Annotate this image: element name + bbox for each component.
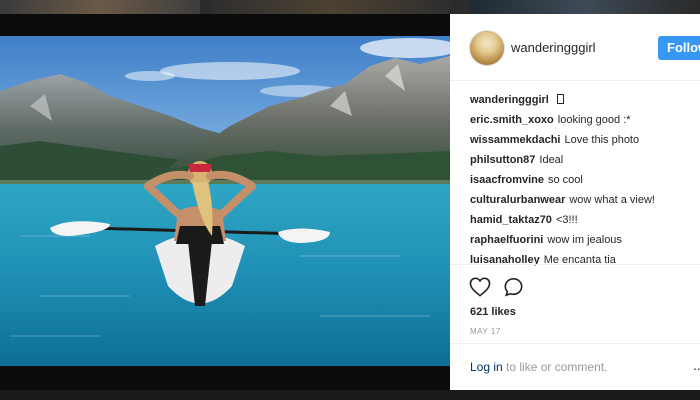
caption-username[interactable]: wanderingggirl [470,94,549,106]
comment-text: wow im jealous [547,234,622,246]
background-thumbnail [470,0,700,14]
footer-divider [450,343,700,344]
comment-text: looking good :* [557,114,631,126]
post-details-panel: wanderingggirl Follow wanderingggirl eri… [450,14,700,390]
more-options-icon[interactable]: ... [693,357,700,373]
background-feed-strip [0,0,700,14]
caption: wanderingggirl [470,90,698,110]
comment-item: philsutton87 Ideal [470,150,698,170]
emoji-icon [556,94,564,104]
heart-icon[interactable] [469,277,491,302]
background-thumbnail [210,0,450,14]
comment-username[interactable]: wissammekdachi [470,134,561,146]
comment-username[interactable]: philsutton87 [470,154,535,166]
comment-text: Love this photo [564,134,640,146]
photo-letterbox-bottom [0,366,450,390]
post-header: wanderingggirl Follow [450,14,700,81]
comment-item: isaacfromvine so cool [470,170,698,190]
login-prompt-text: to like or comment. [502,360,608,374]
post-photo[interactable] [0,36,450,366]
comment-item: luisanaholley Me encanta tia [470,250,698,270]
comment-item: raphaelfuorini wow im jealous [470,230,698,250]
comments-list: wanderingggirl eric.smith_xoxo looking go… [470,90,698,270]
comment-username[interactable]: eric.smith_xoxo [470,114,554,126]
follow-button[interactable]: Follow [658,36,700,60]
comment-username[interactable]: hamid_taktaz70 [470,214,552,226]
author-username[interactable]: wanderingggirl [511,40,596,55]
comment-bubble-icon[interactable] [503,277,524,302]
actions-divider [450,264,700,265]
login-link[interactable]: Log in [470,360,503,374]
comment-item: hamid_taktaz70 <3!!! [470,210,698,230]
comment-text: so cool [547,174,583,186]
login-prompt: Log in to like or comment. [470,360,607,374]
post-date: MAY 17 [470,327,501,336]
photo-letterbox-top [0,14,450,36]
comment-username[interactable]: raphaelfuorini [470,234,543,246]
comment-text: <3!!! [555,214,578,226]
author-avatar[interactable] [469,30,505,66]
comment-item: culturalurbanwear wow what a view! [470,190,698,210]
comment-item: wissammekdachi Love this photo [470,130,698,150]
comment-text: Ideal [539,154,564,166]
comment-item: eric.smith_xoxo looking good :* [470,110,698,130]
likes-count[interactable]: 621 likes [470,306,516,318]
background-thumbnail [0,0,200,14]
comment-username[interactable]: isaacfromvine [470,174,544,186]
comment-username[interactable]: culturalurbanwear [470,194,565,206]
comment-text: wow what a view! [569,194,655,206]
background-feed-bottom [0,390,700,400]
